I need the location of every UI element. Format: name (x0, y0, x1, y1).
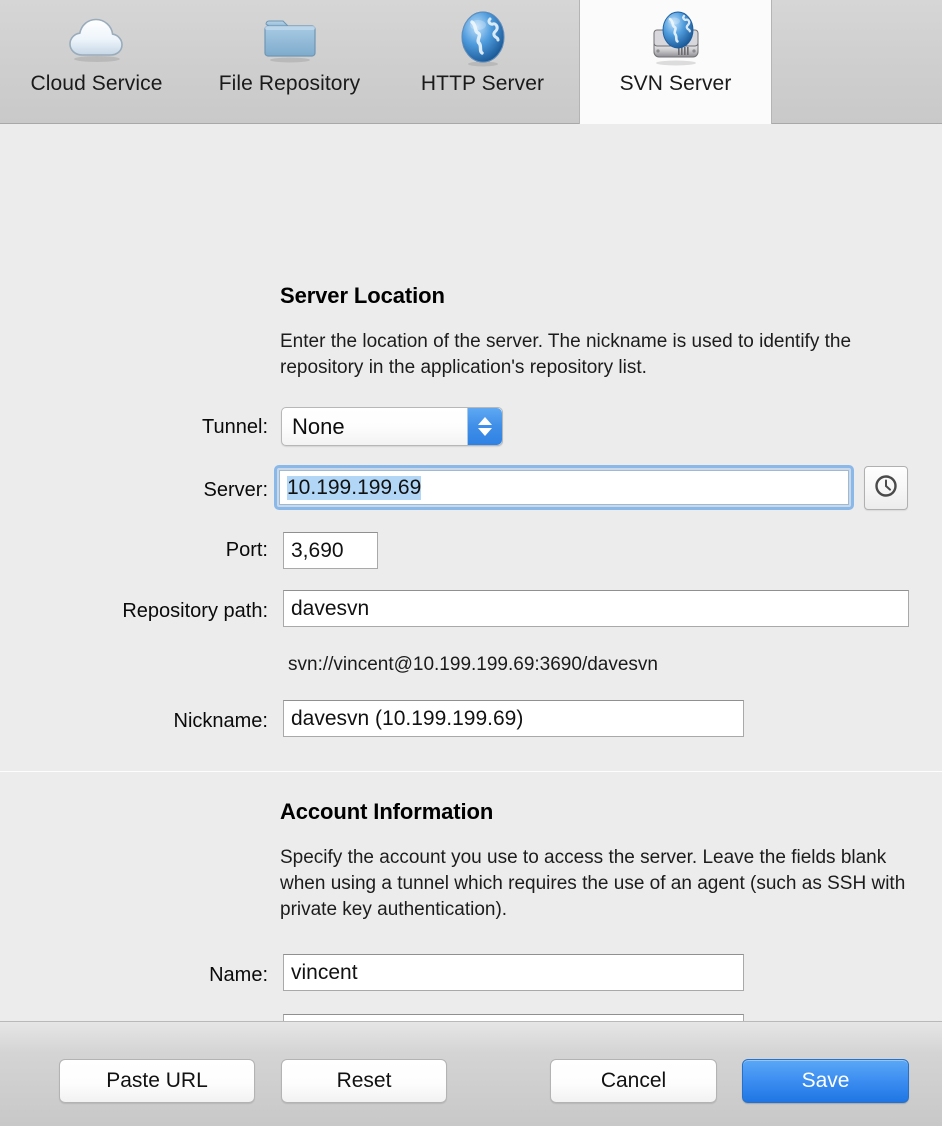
server-input-focus-ring: 10.199.199.69 (274, 465, 854, 510)
svn-url-preview: svn://vincent@10.199.199.69:3690/davesvn (288, 654, 658, 675)
tab-svn-server[interactable]: SVN Server (579, 0, 772, 124)
cloud-icon (65, 8, 129, 70)
account-information-title: Account Information (280, 799, 494, 824)
tab-label: Cloud Service (30, 72, 163, 95)
tunnel-value: None (292, 413, 345, 439)
name-input[interactable]: vincent (283, 954, 744, 991)
server-input-value: 10.199.199.69 (287, 475, 422, 500)
section-divider (0, 771, 942, 772)
server-label: Server: (203, 479, 268, 501)
nickname-label: Nickname: (173, 710, 268, 732)
cancel-button[interactable]: Cancel (550, 1059, 717, 1103)
svn-server-dialog: Cloud Service File Repository HTTP Serve… (0, 0, 942, 1126)
folder-icon (258, 8, 322, 70)
name-input-value: vincent (291, 961, 358, 984)
port-input-value: 3,690 (291, 539, 344, 562)
tab-label: HTTP Server (420, 72, 545, 95)
repository-path-label: Repository path: (122, 600, 268, 622)
server-history-button[interactable] (864, 466, 908, 510)
tab-http-server[interactable]: HTTP Server (386, 0, 579, 124)
server-location-title: Server Location (280, 283, 445, 308)
account-information-description: Specify the account you use to access th… (280, 847, 906, 921)
repository-path-input[interactable]: davesvn (283, 590, 909, 627)
dialog-button-bar: Paste URL Reset Cancel Save (0, 1021, 942, 1126)
nickname-input[interactable]: davesvn (10.199.199.69) (283, 700, 744, 737)
tab-cloud-service[interactable]: Cloud Service (0, 0, 193, 124)
dialog-content: Server Location Enter the location of th… (0, 124, 942, 1103)
globe-icon (451, 8, 515, 70)
port-label: Port: (225, 539, 268, 561)
paste-url-button[interactable]: Paste URL (59, 1059, 255, 1103)
tab-label: File Repository (218, 72, 361, 95)
harddisk-globe-icon (644, 8, 708, 70)
tunnel-select[interactable]: None (281, 407, 503, 446)
preferences-toolbar: Cloud Service File Repository HTTP Serve… (0, 0, 942, 124)
save-button[interactable]: Save (742, 1059, 909, 1103)
history-clock-icon (873, 473, 899, 504)
tab-label: SVN Server (619, 72, 732, 95)
port-input[interactable]: 3,690 (283, 532, 378, 569)
server-input[interactable]: 10.199.199.69 (279, 470, 849, 505)
nickname-value: davesvn (10.199.199.69) (291, 707, 524, 730)
repository-path-value: davesvn (291, 597, 370, 620)
server-location-description: Enter the location of the server. The ni… (280, 331, 852, 379)
name-label: Name: (209, 964, 268, 986)
tab-file-repository[interactable]: File Repository (193, 0, 386, 124)
reset-button[interactable]: Reset (281, 1059, 447, 1103)
chevron-updown-icon[interactable] (467, 408, 502, 445)
tunnel-label: Tunnel: (202, 416, 268, 438)
